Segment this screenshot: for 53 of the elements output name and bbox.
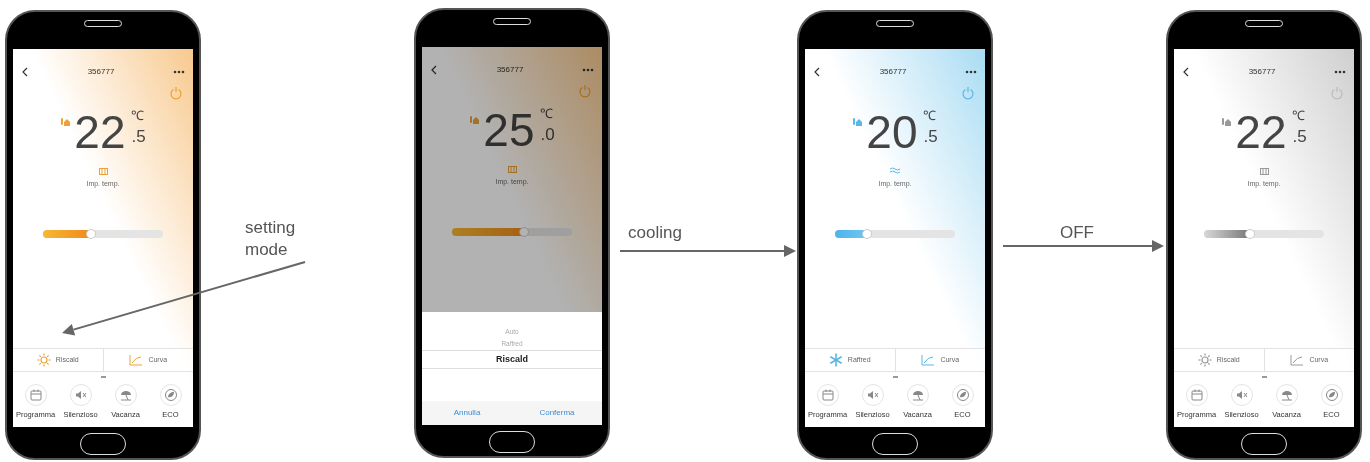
more-icon[interactable] bbox=[965, 70, 977, 74]
temperature-decimal: .5 bbox=[131, 128, 146, 145]
temperature-decimal: .5 bbox=[923, 128, 938, 145]
back-icon[interactable] bbox=[813, 67, 821, 77]
back-icon[interactable] bbox=[430, 65, 438, 75]
temperature-unit: ℃ bbox=[923, 109, 937, 122]
device-title: 356777 bbox=[87, 66, 115, 78]
sun-icon bbox=[1197, 353, 1212, 367]
slider-thumb[interactable] bbox=[1244, 228, 1255, 239]
temperature-slider[interactable] bbox=[1204, 229, 1324, 238]
temperature-slider[interactable] bbox=[835, 229, 955, 238]
temperature-value: 22 bbox=[1235, 109, 1287, 155]
temperature-unit: ℃ bbox=[540, 107, 554, 120]
more-icon[interactable] bbox=[582, 68, 594, 72]
temperature-value: 20 bbox=[866, 109, 918, 155]
temperature-unit: ℃ bbox=[131, 109, 145, 122]
temperature-decimal: .5 bbox=[1292, 128, 1307, 145]
slider-thumb[interactable] bbox=[519, 226, 529, 237]
heater-icon bbox=[1259, 167, 1269, 175]
page-indicator bbox=[892, 376, 898, 378]
house-thermometer-icon bbox=[60, 117, 71, 126]
line-chart-icon bbox=[129, 354, 144, 366]
more-icon[interactable] bbox=[173, 70, 185, 74]
page-indicator bbox=[100, 376, 106, 378]
temperature-value: 25 bbox=[483, 107, 535, 153]
back-icon[interactable] bbox=[21, 67, 29, 77]
page-indicator bbox=[1261, 376, 1267, 378]
temperature-slider[interactable] bbox=[43, 229, 163, 238]
house-thermometer-icon bbox=[852, 117, 863, 126]
annotation-label: setting mode bbox=[245, 217, 297, 261]
slider-thumb[interactable] bbox=[86, 228, 96, 239]
line-chart-icon bbox=[1290, 354, 1305, 366]
snowflake-icon bbox=[828, 353, 843, 367]
heater-icon bbox=[507, 165, 517, 173]
back-icon[interactable] bbox=[1182, 67, 1190, 77]
wave-icon bbox=[890, 167, 900, 175]
picker-option[interactable]: Riscald bbox=[422, 349, 602, 369]
sun-icon bbox=[36, 353, 51, 367]
house-thermometer-icon bbox=[1221, 117, 1232, 126]
temperature-value: 22 bbox=[74, 109, 126, 155]
heater-icon bbox=[98, 167, 108, 175]
device-title: 356777 bbox=[879, 66, 907, 78]
house-thermometer-icon bbox=[469, 115, 480, 124]
slider-thumb[interactable] bbox=[862, 228, 873, 239]
more-icon[interactable] bbox=[1334, 70, 1346, 74]
temperature-unit: ℃ bbox=[1292, 109, 1306, 122]
device-title: 356777 bbox=[496, 64, 524, 76]
device-title: 356777 bbox=[1248, 66, 1276, 78]
temperature-decimal: .0 bbox=[540, 126, 555, 143]
annotation-label: OFF bbox=[1060, 222, 1094, 244]
temperature-slider[interactable] bbox=[452, 227, 572, 236]
annotation-label: cooling bbox=[628, 222, 682, 244]
line-chart-icon bbox=[921, 354, 936, 366]
